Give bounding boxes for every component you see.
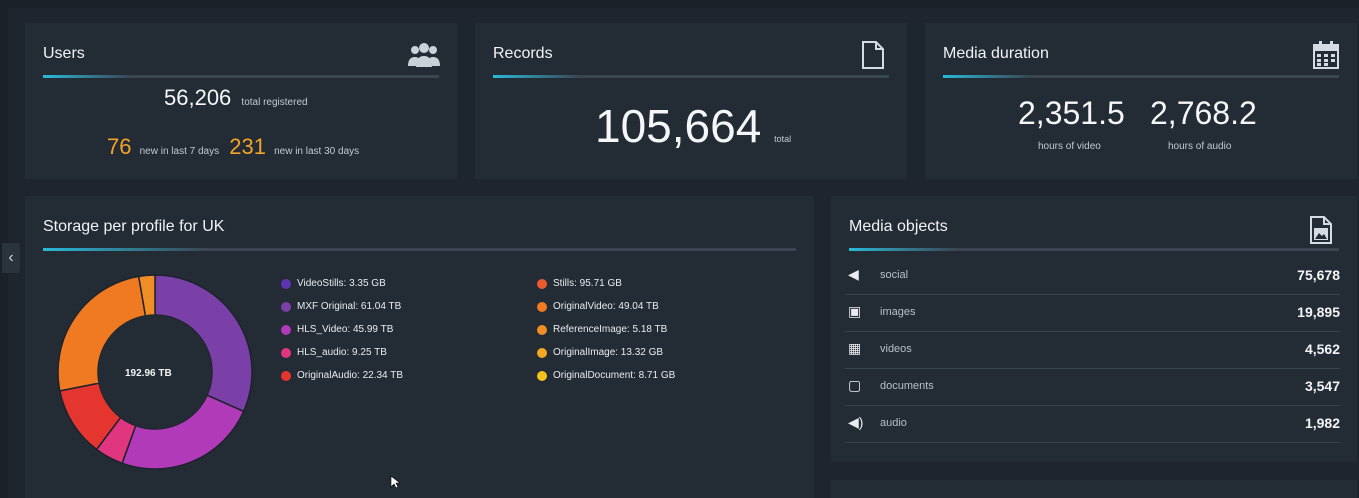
legend-item[interactable]: OriginalDocument: 8.71 GB (537, 370, 675, 381)
records-total-value: 105,664 (595, 100, 762, 152)
records-total-label: total (774, 134, 792, 144)
users-total: 56,206 total registered (164, 85, 308, 111)
share-icon: ◀ (848, 266, 859, 282)
legend-label: OriginalImage: 13.32 GB (553, 347, 664, 358)
media-object-row-social[interactable]: ◀ social 75,678 (845, 258, 1340, 295)
users-title: Users (43, 45, 85, 62)
audio-hours-value: 2,768.2 (1150, 95, 1257, 131)
media-object-label: audio (880, 417, 907, 429)
legend-label: OriginalVideo: 49.04 TB (553, 301, 659, 312)
legend-swatch (537, 278, 547, 289)
media-object-count: 19,895 (1297, 304, 1340, 320)
legend-swatch (281, 301, 291, 312)
film-icon: ▦ (848, 340, 862, 356)
media-duration-card: Media duration 2,351.5 hours of video 2,… (925, 23, 1357, 179)
storage-title: Storage per profile for UK (43, 218, 225, 235)
users-new7-label: new in last 7 days (139, 146, 220, 157)
records-card: Records 105,664 total (475, 23, 907, 179)
legend-swatch (537, 324, 547, 335)
media-object-count: 3,547 (1304, 378, 1340, 394)
legend-label: HLS_audio: 9.25 TB (297, 347, 387, 358)
video-hours-value: 2,351.5 (1018, 95, 1125, 131)
users-card: Users 56,206 total registered 76 new in … (25, 23, 457, 179)
legend-item[interactable]: Stills: 95.71 GB (537, 278, 622, 289)
media-object-count: 4,562 (1304, 341, 1340, 357)
legend-swatch (281, 324, 291, 335)
media-object-row-images[interactable]: ▣ images 19,895 (845, 295, 1340, 332)
legend-label: OriginalDocument: 8.71 GB (553, 370, 676, 381)
legend-swatch (537, 347, 547, 358)
media-duration-title: Media duration (943, 45, 1049, 62)
audio-hours-label: hours of audio (1168, 141, 1232, 152)
legend-swatch (281, 370, 291, 381)
legend-swatch (537, 301, 547, 312)
legend-item[interactable]: VideoStills: 3.35 GB (281, 278, 386, 289)
chevron-left-icon: ‹ (8, 249, 14, 266)
legend-label: OriginalAudio: 22.34 TB (297, 370, 403, 381)
document-icon: ▢ (848, 377, 862, 393)
video-hours-label: hours of video (1038, 141, 1101, 152)
media-object-row-documents[interactable]: ▢ documents 3,547 (845, 369, 1340, 406)
image-file-icon (1310, 216, 1332, 249)
users-title-rule (43, 75, 439, 78)
legend-label: ReferenceImage: 5.18 TB (553, 324, 668, 335)
legend-label: VideoStills: 3.35 GB (297, 278, 386, 289)
records-total: 105,664 total (595, 99, 791, 153)
users-icon (408, 39, 440, 74)
speaker-icon: ◀) (848, 414, 864, 430)
legend-swatch (281, 278, 291, 289)
records-title: Records (493, 45, 553, 62)
users-new30-label: new in last 30 days (274, 146, 360, 157)
legend-item[interactable]: ReferenceImage: 5.18 TB (537, 324, 667, 335)
media-object-count: 75,678 (1297, 267, 1340, 283)
storage-card: Storage per profile for UK 192.96 TB Vid… (25, 196, 814, 498)
users-new: 76 new in last 7 days 231 new in last 30… (107, 134, 359, 160)
media-object-count: 1,982 (1304, 415, 1340, 431)
image-icon: ▣ (848, 303, 862, 319)
users-new30-value: 231 (229, 134, 266, 159)
legend-swatch (537, 370, 547, 381)
records-title-rule (493, 75, 889, 78)
lower-card (831, 480, 1357, 498)
users-total-value: 56,206 (164, 85, 232, 110)
media-object-label: social (880, 269, 909, 281)
legend-label: HLS_Video: 45.99 TB (297, 324, 394, 335)
media-duration-title-rule (943, 75, 1339, 78)
legend-item[interactable]: HLS_audio: 9.25 TB (281, 347, 387, 358)
collapse-sidebar-button[interactable]: ‹ (2, 243, 20, 273)
legend-label: MXF Original: 61.04 TB (297, 301, 402, 312)
calendar-icon (1313, 41, 1339, 74)
media-objects-title-rule (849, 248, 1339, 251)
media-object-label: images (880, 306, 916, 318)
legend-label: Stills: 95.71 GB (553, 278, 622, 289)
mouse-cursor-icon (390, 475, 400, 489)
users-new7-value: 76 (107, 134, 132, 159)
media-object-label: videos (880, 343, 912, 355)
media-objects-card: Media objects ◀ social 75,678 ▣ images 19,895… (831, 196, 1357, 462)
legend-item[interactable]: HLS_Video: 45.99 TB (281, 324, 393, 335)
storage-total-label: 192.96 TB (125, 368, 172, 379)
media-object-label: documents (880, 380, 934, 392)
media-object-row-videos[interactable]: ▦ videos 4,562 (845, 332, 1340, 369)
legend-swatch (281, 347, 291, 358)
media-object-row-audio[interactable]: ◀) audio 1,982 (845, 406, 1340, 443)
storage-title-rule (43, 248, 796, 251)
media-objects-title: Media objects (849, 218, 948, 235)
document-icon (861, 41, 885, 74)
legend-item[interactable]: OriginalVideo: 49.04 TB (537, 301, 659, 312)
legend-item[interactable]: MXF Original: 61.04 TB (281, 301, 401, 312)
legend-item[interactable]: OriginalAudio: 22.34 TB (281, 370, 403, 381)
legend-item[interactable]: OriginalImage: 13.32 GB (537, 347, 663, 358)
users-total-label: total registered (241, 97, 308, 108)
